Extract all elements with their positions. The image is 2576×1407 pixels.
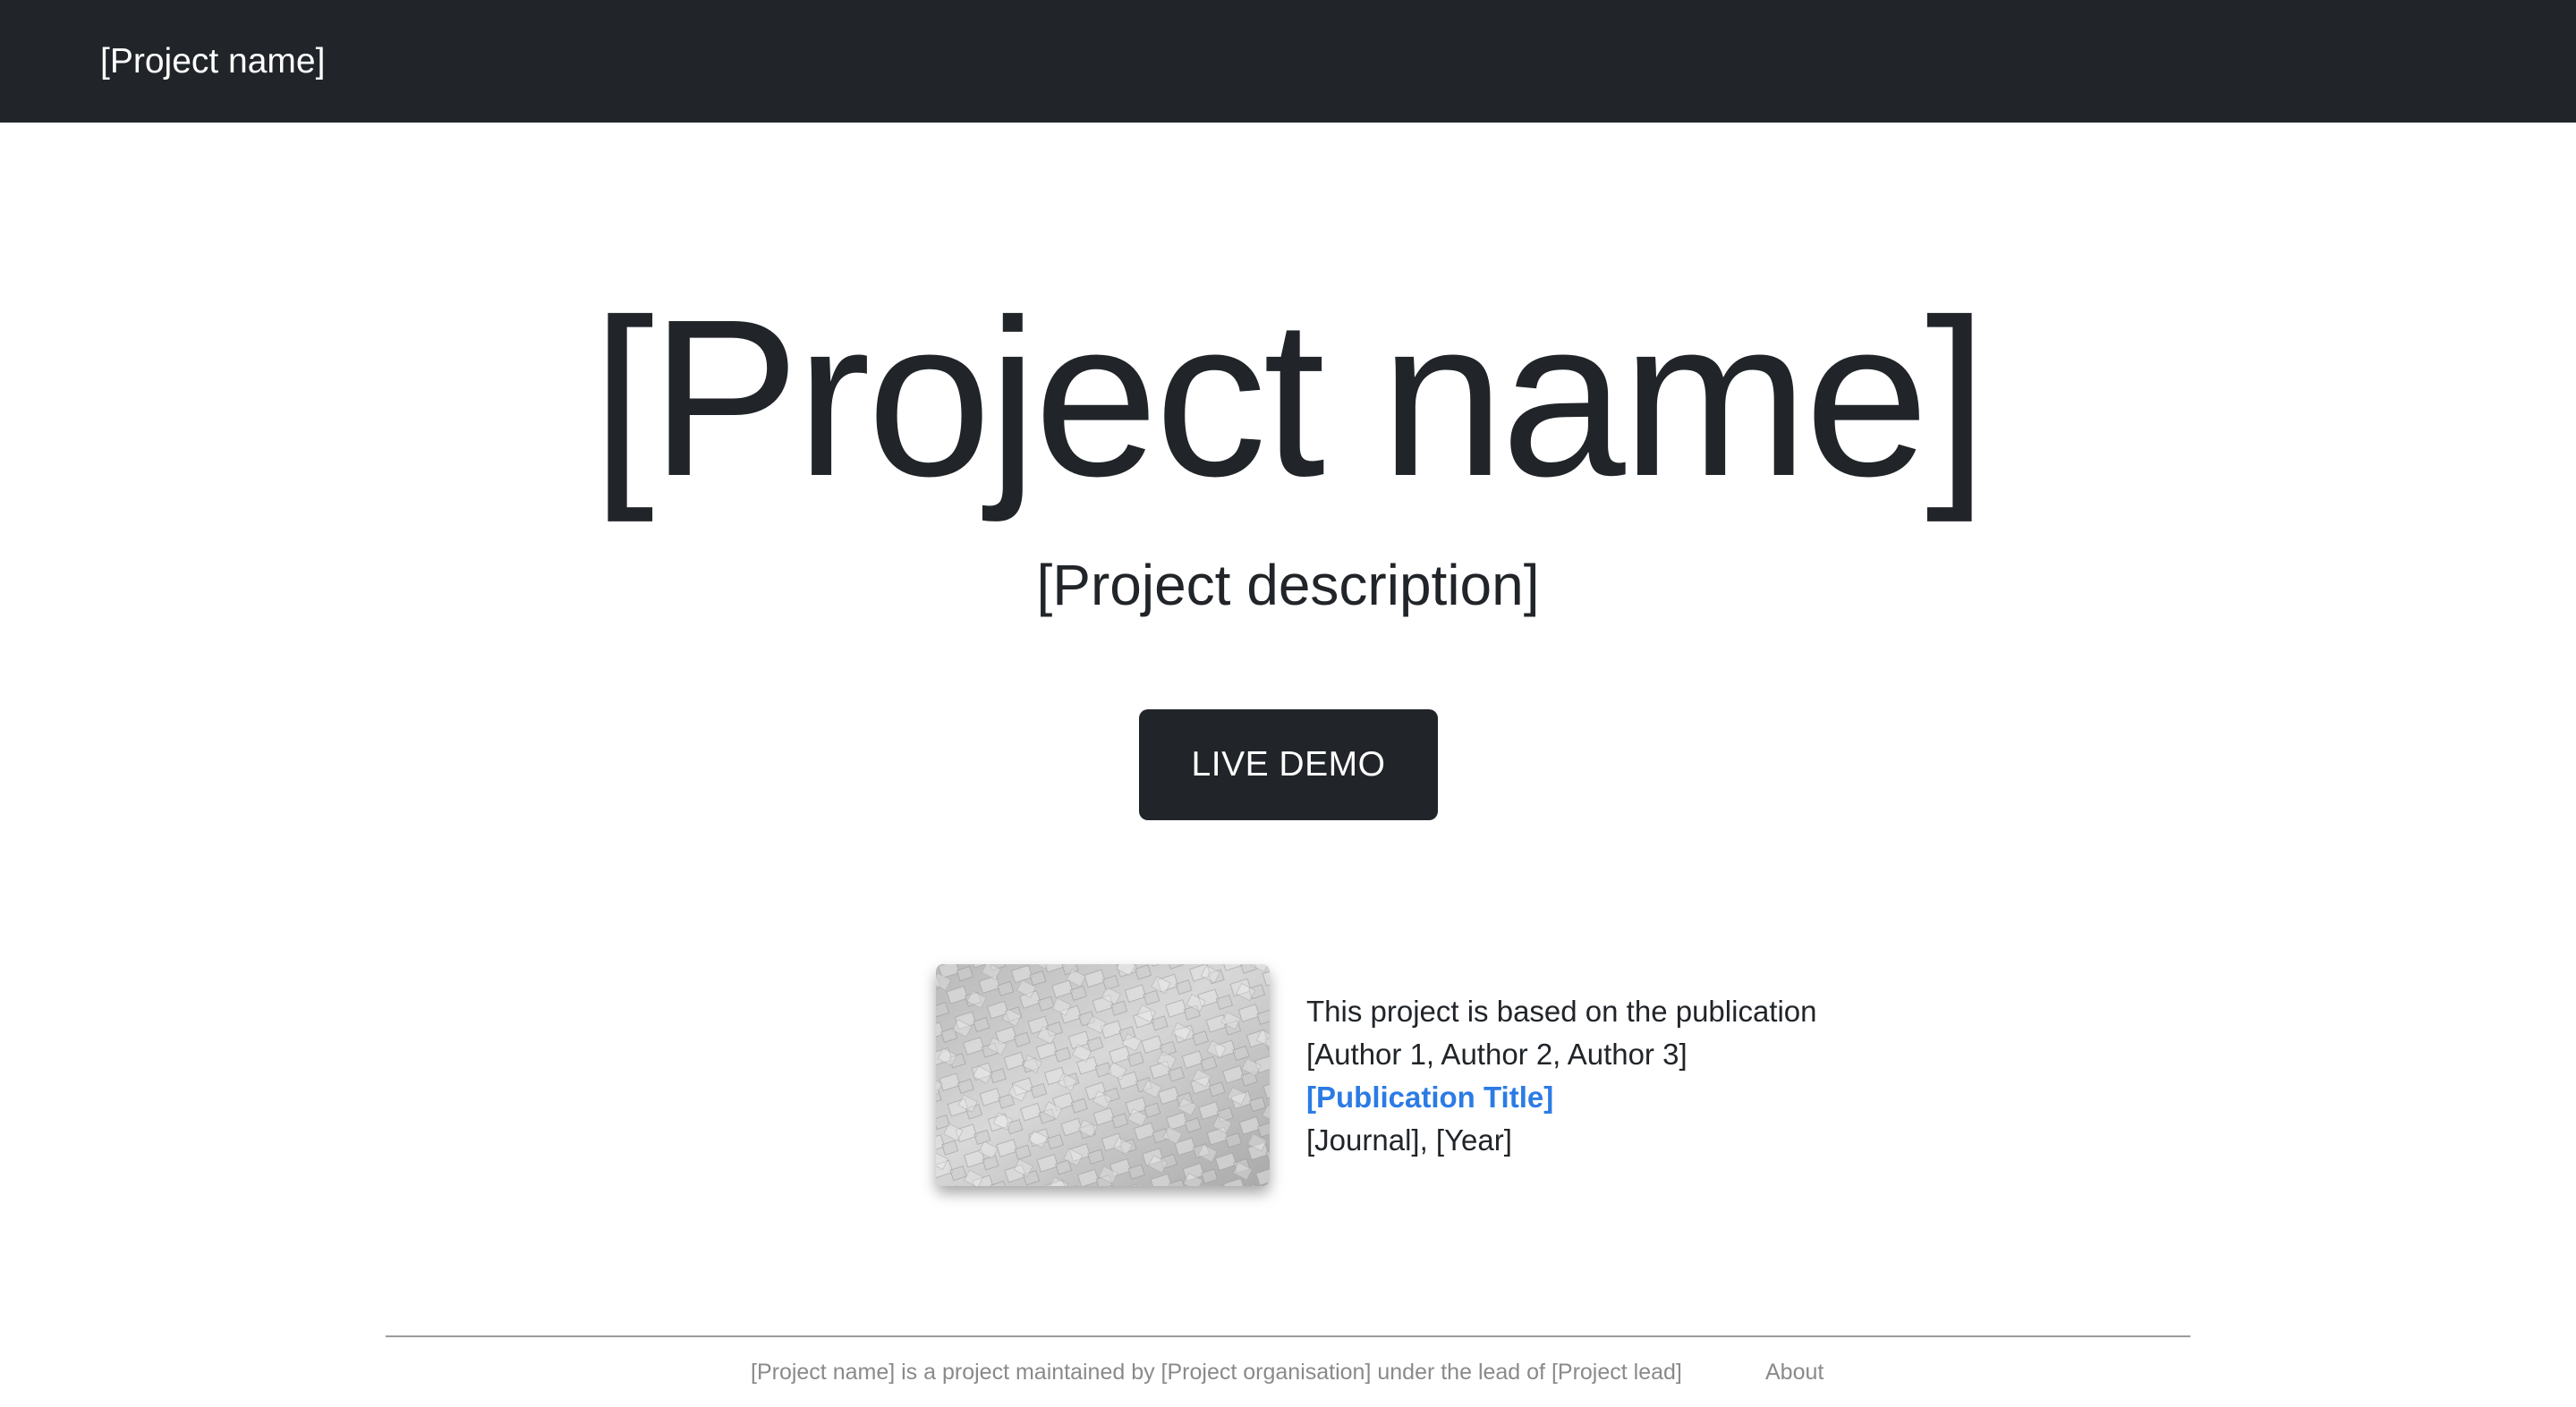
page: [Project name] [Project name] [Project d…	[0, 0, 2576, 1407]
publication-title-link[interactable]: [Publication Title]	[1306, 1081, 1553, 1114]
publication-info: This project is based on the publication…	[1306, 990, 1817, 1162]
publication-intro: This project is based on the publication	[1306, 995, 1817, 1028]
live-demo-button[interactable]: LIVE DEMO	[1139, 709, 1438, 820]
navbar-brand-link[interactable]: [Project name]	[100, 44, 325, 79]
footer-divider	[386, 1335, 2190, 1337]
footer-text: [Project name] is a project maintained b…	[751, 1360, 1682, 1385]
footer-about-link[interactable]: About	[1765, 1359, 1824, 1386]
navbar: [Project name]	[0, 0, 2576, 123]
hero-description: [Project description]	[1036, 553, 1540, 617]
publication-authors: [Author 1, Author 2, Author 3]	[1306, 1038, 1688, 1071]
publication-journal-year: [Journal], [Year]	[1306, 1123, 1512, 1157]
publication-thumbnail-image	[936, 964, 1270, 1186]
hero-title: [Project name]	[591, 273, 1988, 522]
